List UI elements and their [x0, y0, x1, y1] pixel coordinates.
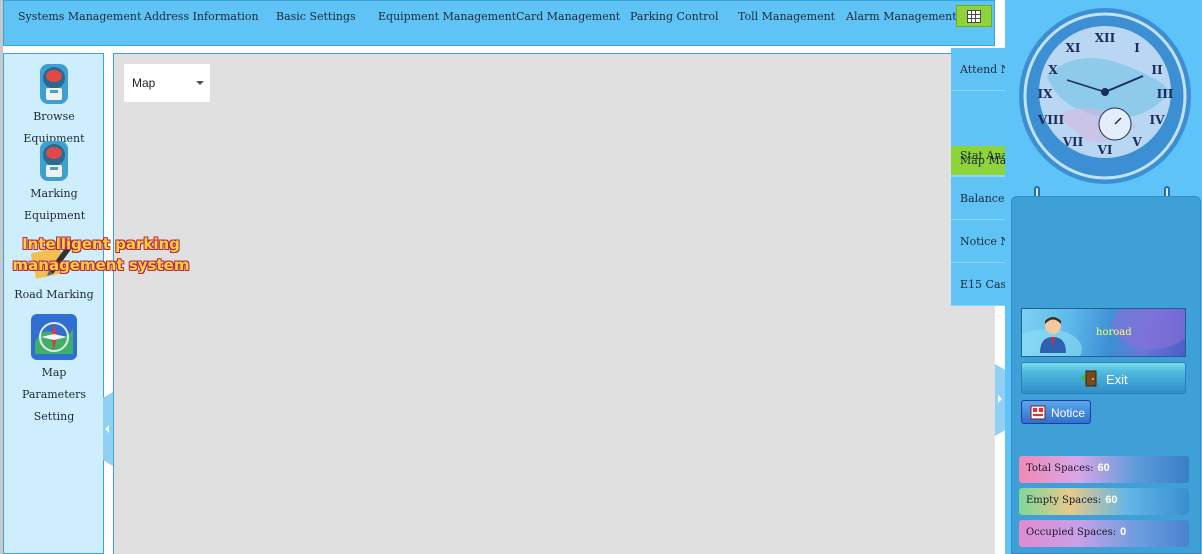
- stat-label: Total Spaces:: [1026, 463, 1094, 474]
- user-avatar-icon: [1040, 317, 1066, 353]
- menu-toll-management[interactable]: Toll Management: [738, 10, 835, 23]
- stat-label: Occupied Spaces:: [1026, 527, 1117, 538]
- map-select-value: Map: [132, 76, 156, 90]
- menu-basic-settings[interactable]: Basic Settings: [276, 10, 356, 23]
- sidebar-item-marking-equipment[interactable]: Marking Equipment: [4, 139, 104, 227]
- exit-label: Exit: [1106, 372, 1128, 387]
- menu-alarm-management[interactable]: Alarm Management: [846, 10, 957, 23]
- menu-systems-management[interactable]: Systems Management: [18, 10, 141, 23]
- submenu-item-e15-cash[interactable]: E15 Cash: [951, 263, 1006, 306]
- svg-text:VII: VII: [1062, 135, 1084, 149]
- system-title: Intelligent parking management system: [12, 235, 190, 274]
- parking-meter-icon: [40, 141, 68, 181]
- notice-label: Notice: [1051, 406, 1086, 420]
- notice-button[interactable]: Notice: [1021, 400, 1091, 424]
- stat-total-spaces: Total Spaces: 60: [1019, 456, 1189, 483]
- exit-door-icon: [1080, 370, 1097, 387]
- svg-text:I: I: [1134, 41, 1140, 55]
- notice-board-icon: [1030, 405, 1046, 420]
- exit-button[interactable]: Exit: [1021, 362, 1186, 394]
- svg-text:XI: XI: [1066, 41, 1081, 55]
- collapse-right-panel-handle[interactable]: [995, 364, 1005, 436]
- svg-text:V: V: [1131, 135, 1142, 149]
- sidebar-item-browse-equipment[interactable]: Browse Equipment: [4, 62, 104, 150]
- submenu-item-stat-analysis[interactable]: Stat Ana: [951, 134, 1006, 177]
- map-canvas: Map: [113, 53, 995, 554]
- svg-text:X: X: [1048, 63, 1058, 77]
- svg-text:IV: IV: [1150, 113, 1166, 127]
- submenu-item-notice[interactable]: Notice N: [951, 220, 1006, 263]
- menu-address-information[interactable]: Address Information: [144, 10, 259, 23]
- sidebar-item-label: Marking Equipment: [24, 187, 86, 222]
- stat-occupied-spaces: Occupied Spaces: 0: [1019, 520, 1189, 547]
- svg-text:IX: IX: [1038, 87, 1054, 101]
- menu-equipment-management[interactable]: Equipment Management: [378, 10, 516, 23]
- sidebar-item-label: Map Parameters Setting: [21, 366, 87, 423]
- collapse-sidebar-handle[interactable]: [103, 392, 113, 466]
- sidebar-item-label: Road Marking: [14, 288, 94, 301]
- user-info-box: horoad: [1021, 308, 1186, 357]
- stat-value: 0: [1120, 526, 1127, 538]
- parking-meter-icon: [40, 64, 68, 104]
- stat-value: 60: [1105, 494, 1118, 506]
- menu-parking-control[interactable]: Parking Control: [630, 10, 718, 23]
- grid-icon: [967, 10, 981, 23]
- dropdown-submenu: Attend N Map Mana Stat Ana Balance Notic…: [951, 48, 1006, 306]
- svg-text:III: III: [1157, 87, 1174, 101]
- svg-text:II: II: [1151, 63, 1163, 77]
- svg-text:VIII: VIII: [1037, 113, 1065, 127]
- stat-value: 60: [1097, 462, 1110, 474]
- submenu-item-attend[interactable]: Attend N: [951, 48, 1006, 91]
- clock-icon: XIIIII IIIIVV VIVIIVIII IXXXI: [1019, 8, 1191, 184]
- stat-label: Empty Spaces:: [1026, 495, 1102, 506]
- map-compass-icon: [31, 314, 77, 360]
- map-select-dropdown[interactable]: Map: [124, 64, 210, 102]
- menu-card-management[interactable]: Card Management: [516, 10, 620, 23]
- submenu-item-balance[interactable]: Balance: [951, 177, 1006, 220]
- app-window: Systems Management Address Information B…: [0, 0, 1202, 554]
- stat-empty-spaces: Empty Spaces: 60: [1019, 488, 1189, 515]
- svg-text:XII: XII: [1095, 31, 1116, 45]
- caret-down-icon: [196, 81, 204, 85]
- user-name: horoad: [1096, 327, 1132, 338]
- left-sidebar: Browse Equipment Marking Equipment Road …: [3, 53, 104, 554]
- chevron-left-icon: [105, 425, 109, 433]
- chevron-right-icon: [998, 395, 1002, 403]
- top-menu-bar: Systems Management Address Information B…: [3, 0, 995, 46]
- svg-text:VI: VI: [1097, 143, 1113, 157]
- sidebar-item-map-parameters-setting[interactable]: Map Parameters Setting: [4, 312, 104, 428]
- more-menu-button[interactable]: [956, 5, 992, 27]
